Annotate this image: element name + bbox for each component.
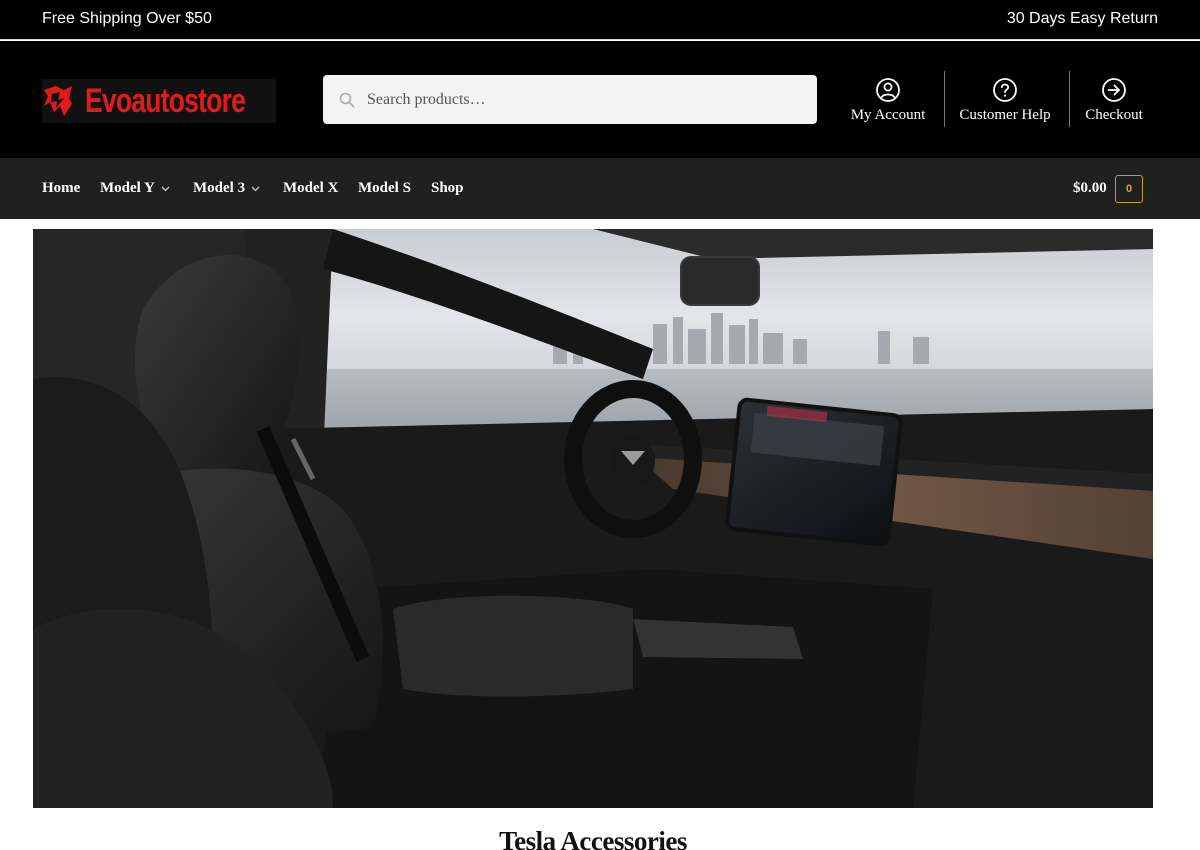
hero-image	[33, 229, 1153, 808]
page-title: Tesla Accessories	[499, 826, 687, 850]
main-navigation: Home Model Y Model 3 Model X Model S Sho…	[0, 158, 1200, 219]
chevron-down-icon	[251, 186, 260, 192]
nav-item-model-y[interactable]: Model Y	[100, 180, 170, 197]
my-account-link[interactable]: My Account	[848, 71, 928, 131]
announcement-bar: Free Shipping Over $50 30 Days Easy Retu…	[0, 0, 1200, 40]
my-account-label: My Account	[850, 107, 926, 123]
nav-item-label: Home	[42, 180, 81, 196]
tesla-interior-illustration	[33, 229, 1153, 808]
search-input[interactable]	[367, 75, 807, 124]
nav-item-label: Shop	[431, 180, 464, 196]
arrow-right-circle-icon	[1102, 78, 1126, 102]
nav-item-model-3[interactable]: Model 3	[193, 180, 260, 197]
nav-item-model-s[interactable]: Model S	[358, 180, 411, 197]
product-search	[323, 75, 817, 124]
nav-item-label: Model Y	[100, 180, 155, 196]
chevron-down-icon	[161, 186, 170, 192]
header-divider	[944, 71, 945, 127]
cart-count-badge[interactable]: 0	[1115, 175, 1143, 203]
question-circle-icon	[993, 78, 1017, 102]
site-header: Evoautostore My Account Customer Help	[0, 41, 1200, 158]
nav-item-home[interactable]: Home	[42, 180, 80, 197]
nav-item-label: Model S	[358, 180, 411, 196]
nav-item-label: Model X	[283, 180, 339, 196]
checkout-link[interactable]: Checkout	[1082, 71, 1146, 131]
easy-return-text: 30 Days Easy Return	[1006, 10, 1158, 27]
search-icon	[339, 92, 355, 108]
customer-help-link[interactable]: Customer Help	[958, 71, 1052, 131]
nav-item-model-x[interactable]: Model X	[283, 180, 338, 197]
nav-item-shop[interactable]: Shop	[431, 180, 464, 197]
nav-item-label: Model 3	[193, 180, 246, 196]
cart-total[interactable]: $0.00	[1073, 180, 1107, 197]
brand-mark-icon	[42, 79, 74, 123]
free-shipping-text: Free Shipping Over $50	[42, 10, 212, 27]
site-logo[interactable]: Evoautostore	[42, 79, 276, 123]
header-divider	[1069, 71, 1070, 127]
logo-wordmark: Evoautostore	[85, 82, 246, 120]
customer-help-label: Customer Help	[959, 107, 1051, 123]
checkout-label: Checkout	[1085, 107, 1143, 123]
user-circle-icon	[876, 78, 900, 102]
